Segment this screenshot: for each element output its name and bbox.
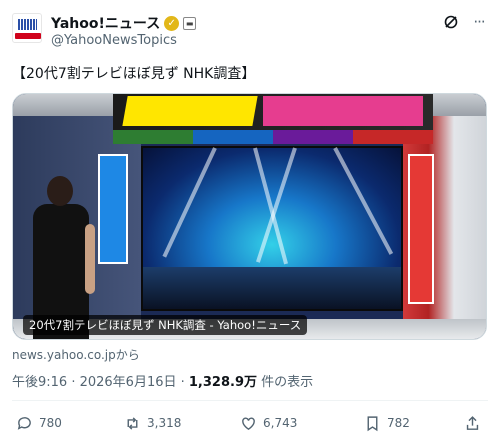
heart-icon — [242, 416, 255, 430]
tweet-text: 【20代7割テレビほぼ見ず NHK調査】 — [12, 66, 256, 82]
like-count: 6,743 — [263, 416, 298, 430]
action-bar: 780 3,318 6,743 782 — [12, 413, 488, 433]
tweet: Yahoo!ニュース ✓ ▬ @YahooNewsTopics ··· 【20代… — [0, 0, 500, 438]
card-source[interactable]: news.yahoo.co.jpから — [12, 346, 140, 363]
share-button[interactable] — [464, 413, 481, 433]
bookmark-icon — [367, 415, 378, 431]
view-suffix: 件の表示 — [257, 375, 314, 390]
verified-badge-icon: ✓ — [164, 15, 180, 31]
media-card[interactable]: 20代7割テレビほぼ見ず NHK調査 - Yahoo!ニュース — [12, 93, 487, 340]
divider — [12, 400, 488, 401]
tweet-meta: 午後9:16 · 2026年6月16日 · 1,328.9万 件の表示 — [12, 371, 313, 390]
reply-count: 780 — [39, 416, 62, 430]
more-icon[interactable]: ··· — [470, 13, 488, 31]
bookmark-button[interactable]: 782 — [364, 413, 410, 433]
tv-store-photo — [13, 94, 486, 339]
bookmark-count: 782 — [387, 416, 410, 430]
view-count: 1,328.9万 — [188, 375, 257, 390]
affiliation-badge-icon: ▬ — [183, 16, 197, 30]
avatar[interactable] — [12, 13, 42, 43]
reply-icon — [17, 416, 31, 430]
share-icon — [466, 415, 479, 430]
grok-icon[interactable] — [443, 14, 459, 30]
card-caption: 20代7割テレビほぼ見ず NHK調査 - Yahoo!ニュース — [23, 315, 308, 335]
reply-button[interactable]: 780 — [16, 413, 62, 433]
logo-bars — [18, 19, 37, 30]
handle[interactable]: @YahooNewsTopics — [51, 33, 177, 48]
name-row: Yahoo!ニュース ✓ ▬ — [51, 13, 197, 33]
repost-count: 3,318 — [147, 416, 182, 430]
logo-wordmark — [15, 33, 41, 39]
like-button[interactable]: 6,743 — [240, 413, 297, 433]
repost-icon — [127, 416, 138, 430]
repost-button[interactable]: 3,318 — [124, 413, 181, 433]
display-name[interactable]: Yahoo!ニュース — [51, 13, 160, 33]
timestamp[interactable]: 午後9:16 · 2026年6月16日 · — [12, 375, 189, 390]
